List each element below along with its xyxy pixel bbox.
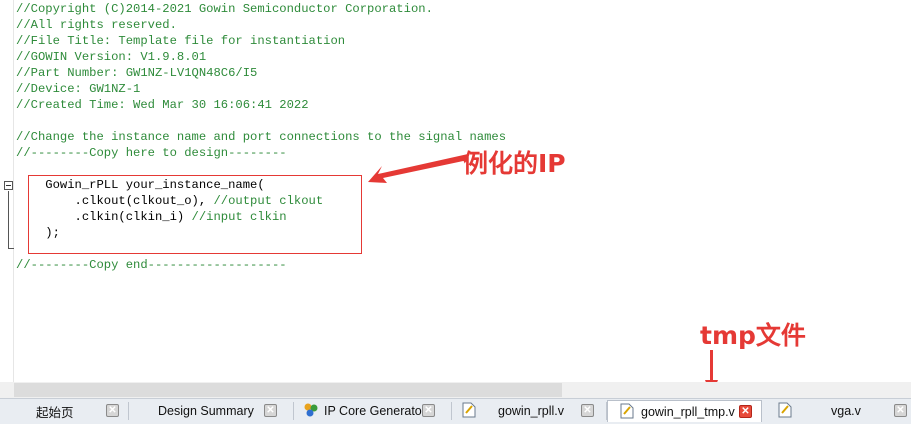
code-line: //Device: GW1NZ-1 — [16, 82, 141, 96]
code-line: //--------Copy end------------------- — [16, 258, 287, 272]
code-line: //Part Number: GW1NZ-LV1QN48C6/I5 — [16, 66, 258, 80]
close-icon[interactable]: ✕ — [739, 405, 752, 418]
tab-design-summary[interactable]: Design Summary ✕ — [129, 400, 285, 422]
scrollbar-thumb[interactable] — [14, 383, 562, 397]
close-icon[interactable]: ✕ — [581, 404, 594, 417]
tab-label: Design Summary — [158, 404, 254, 418]
ip-core-icon — [304, 403, 318, 417]
tab-label: vga.v — [831, 404, 861, 418]
tab-label: IP Core Generator — [324, 404, 426, 418]
fold-range-line — [8, 191, 9, 249]
tmp-file-annotation: tmp文件 — [700, 321, 806, 350]
close-icon[interactable]: ✕ — [106, 404, 119, 417]
tab-label: gowin_rpll.v — [498, 404, 565, 418]
code-line: //All rights reserved. — [16, 18, 177, 32]
verilog-file-icon — [620, 403, 634, 419]
tab-label: gowin_rpll_tmp.v — [641, 404, 735, 419]
tab-label: 起始页 — [36, 405, 74, 420]
code-line: //Created Time: Wed Mar 30 16:06:41 2022 — [16, 98, 309, 112]
verilog-file-icon — [778, 402, 792, 418]
code-line: //GOWIN Version: V1.9.8.01 — [16, 50, 207, 64]
code-line: //Copyright (C)2014-2021 Gowin Semicondu… — [16, 2, 433, 16]
fold-collapse-icon[interactable] — [4, 181, 13, 190]
close-icon[interactable]: ✕ — [894, 404, 907, 417]
code-line: //File Title: Template file for instanti… — [16, 34, 346, 48]
tab-vga[interactable]: vga.v ✕ — [766, 400, 911, 422]
instantiation-highlight-box — [28, 175, 362, 254]
verilog-file-icon — [462, 402, 476, 418]
tab-gowin-rpll[interactable]: gowin_rpll.v ✕ — [452, 400, 606, 422]
close-icon[interactable]: ✕ — [264, 404, 277, 417]
code-line: //Change the instance name and port conn… — [16, 130, 507, 144]
fold-range-end — [8, 248, 14, 249]
tab-start-page[interactable]: 起始页 ✕ — [0, 400, 128, 422]
tab-gowin-rpll-tmp[interactable]: gowin_rpll_tmp.v ✕ — [607, 400, 762, 422]
close-icon[interactable]: ✕ — [422, 404, 435, 417]
gutter-divider — [13, 0, 14, 382]
editor-gutter — [0, 0, 14, 382]
instantiation-arrow-icon — [368, 154, 468, 183]
tab-ip-core-generator[interactable]: IP Core Generator ✕ — [294, 400, 444, 422]
instantiation-annotation: 例化的IP — [463, 149, 566, 178]
